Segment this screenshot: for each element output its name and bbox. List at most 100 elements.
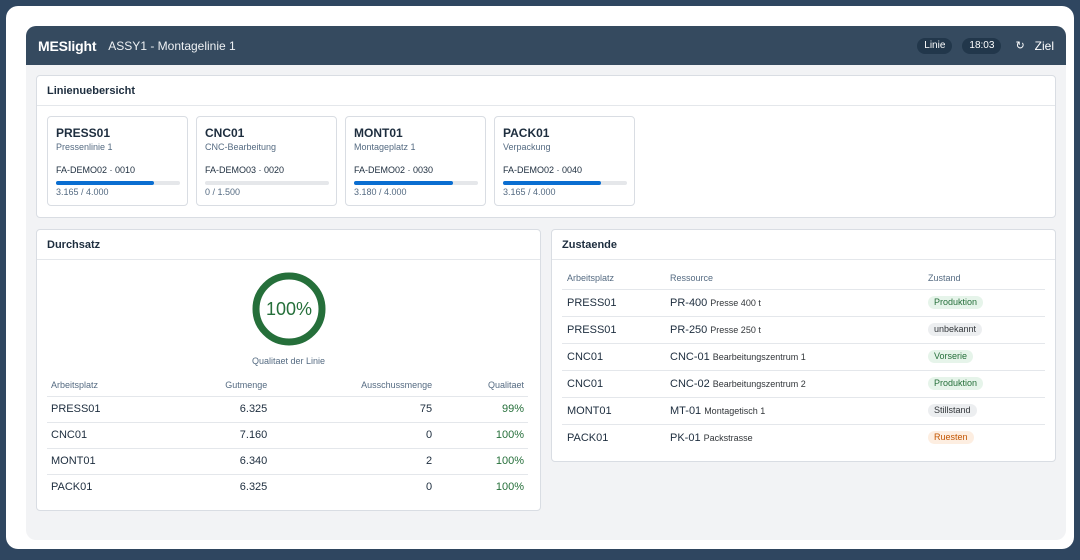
tile-name: Pressenlinie 1	[56, 142, 113, 152]
cell-workstation: CNC01	[562, 342, 665, 370]
status-badge: Produktion	[928, 296, 984, 309]
line-overview-card: Linienuebersicht PRESS01 Pressenlinie 1 FA…	[36, 75, 1056, 218]
tile-progress-bar	[503, 181, 627, 185]
cell-state: Produktion	[923, 288, 1045, 316]
tile-progress-fill	[56, 181, 154, 185]
status-badge: Stillstand	[928, 404, 977, 417]
resource-description: Presse 250 t	[710, 324, 761, 335]
tile-id: CNC01	[205, 126, 245, 140]
table-row[interactable]: PRESS01 PR-250 Presse 250 t unbekannt	[562, 315, 1045, 343]
cell-quality: 99%	[436, 395, 528, 422]
table-row[interactable]: PRESS01 6.325 75 99%	[47, 395, 528, 422]
col-resource[interactable]: Ressource	[665, 267, 923, 289]
cell-workstation: PACK01	[562, 423, 665, 451]
window-frame: MESlight ASSY1 - Montagelinie 1 Linie 18…	[6, 6, 1074, 549]
workstation-tile[interactable]: CNC01 CNC-Bearbeitung FA-DEMO03 · 0020 0 / …	[196, 116, 337, 206]
cell-workstation: CNC01	[47, 421, 167, 448]
cell-workstation: MONT01	[47, 447, 167, 474]
table-row[interactable]: PRESS01 PR-400 Presse 400 t Produktion	[562, 288, 1045, 316]
tile-quantity: 0 / 1.500	[205, 187, 241, 197]
line-pill[interactable]: Linie	[917, 37, 953, 54]
resource-id: PR-250	[670, 323, 708, 336]
cell-state: Ruesten	[923, 423, 1045, 451]
tile-progress-bar	[205, 181, 329, 185]
throughput-card: Durchsatz 100% Qualitaet der Linie Arbei…	[36, 229, 541, 511]
workstation-tile[interactable]: MONT01 Montageplatz 1 FA-DEMO02 · 0030 3.18…	[345, 116, 486, 206]
states-table: Arbeitsplatz Ressource Zustand PRESS01 PR…	[562, 267, 1045, 451]
time-pill: 18:03	[962, 37, 1002, 54]
line-overview-title: Linienuebersicht	[37, 76, 1055, 106]
col-workstation[interactable]: Arbeitsplatz	[562, 267, 665, 289]
resource-id: MT-01	[670, 404, 702, 417]
col-good-qty[interactable]: Gutmenge	[167, 374, 271, 396]
cell-workstation: PRESS01	[47, 395, 167, 422]
resource-description: Bearbeitungszentrum 1	[712, 351, 806, 362]
tile-order: FA-DEMO02 · 0010	[56, 165, 136, 175]
cell-resource: MT-01 Montagetisch 1	[665, 396, 923, 424]
resource-description: Montagetisch 1	[704, 405, 766, 416]
cell-workstation: MONT01	[562, 396, 665, 424]
cell-state: Vorserie	[923, 342, 1045, 370]
resource-id: CNC-01	[670, 350, 710, 363]
resource-description: Presse 400 t	[710, 297, 761, 308]
cell-workstation: PRESS01	[562, 315, 665, 343]
col-quality[interactable]: Qualitaet	[436, 374, 528, 396]
cell-resource: PR-250 Presse 250 t	[665, 315, 923, 343]
tile-order: FA-DEMO03 · 0020	[205, 165, 285, 175]
cell-state: Produktion	[923, 369, 1045, 397]
workstation-tile[interactable]: PRESS01 Pressenlinie 1 FA-DEMO02 · 0010 3.1…	[47, 116, 188, 206]
target-button[interactable]: Ziel	[1035, 39, 1054, 53]
cell-scrap-qty: 0	[271, 473, 437, 500]
tile-id: PACK01	[503, 126, 550, 140]
status-badge: unbekannt	[928, 323, 983, 336]
cell-scrap-qty: 2	[271, 447, 437, 474]
states-card: Zustaende Arbeitsplatz Ressource Zustand…	[551, 229, 1056, 462]
cell-good-qty: 6.340	[166, 447, 272, 474]
resource-id: PK-01	[670, 431, 701, 444]
throughput-table: Arbeitsplatz Gutmenge Ausschussmenge Qua…	[47, 374, 528, 500]
shell-bar: MESlight ASSY1 - Montagelinie 1 Linie 18…	[26, 26, 1066, 65]
table-row[interactable]: PACK01 6.325 0 100%	[47, 473, 528, 500]
brand-logo[interactable]: MESlight	[38, 38, 96, 54]
col-workstation[interactable]: Arbeitsplatz	[47, 374, 167, 396]
tile-id: PRESS01	[56, 126, 111, 140]
status-badge: Vorserie	[928, 350, 974, 363]
table-row[interactable]: MONT01 6.340 2 100%	[47, 447, 528, 474]
cell-resource: PR-400 Presse 400 t	[665, 288, 923, 316]
gauge-label: Qualitaet der Linie	[251, 356, 326, 366]
table-row[interactable]: CNC01 CNC-01 Bearbeitungszentrum 1 Vorserie	[562, 342, 1045, 370]
table-row[interactable]: MONT01 MT-01 Montagetisch 1 Stillstand	[562, 396, 1045, 424]
cell-quality: 100%	[436, 421, 528, 448]
cell-state: unbekannt	[923, 315, 1045, 343]
resource-id: CNC-02	[670, 377, 710, 390]
tile-progress-fill	[354, 181, 453, 185]
cell-workstation: PACK01	[47, 473, 167, 500]
refresh-icon[interactable]: ↻	[1015, 39, 1024, 52]
app-container: MESlight ASSY1 - Montagelinie 1 Linie 18…	[26, 26, 1066, 540]
cell-good-qty: 6.325	[166, 395, 272, 422]
cell-scrap-qty: 0	[271, 421, 437, 448]
table-row[interactable]: CNC01 CNC-02 Bearbeitungszentrum 2 Produkti…	[562, 369, 1045, 397]
cell-workstation: CNC01	[562, 369, 665, 397]
table-row[interactable]: PACK01 PK-01 Packstrasse Ruesten	[562, 423, 1045, 451]
cell-resource: PK-01 Packstrasse	[665, 423, 923, 451]
resource-id: PR-400	[670, 296, 708, 309]
shell-actions: Linie 18:03 ↻ Ziel	[907, 26, 1054, 65]
resource-description: Packstrasse	[703, 432, 753, 443]
tile-name: Verpackung	[503, 142, 551, 152]
col-scrap-qty[interactable]: Ausschussmenge	[271, 374, 436, 396]
resource-description: Bearbeitungszentrum 2	[712, 378, 806, 389]
cell-state: Stillstand	[923, 396, 1045, 424]
table-row[interactable]: CNC01 7.160 0 100%	[47, 421, 528, 448]
states-header-row: Arbeitsplatz Ressource Zustand	[562, 267, 1045, 289]
cell-quality: 100%	[436, 447, 528, 474]
col-state[interactable]: Zustand	[923, 267, 1045, 289]
tile-order: FA-DEMO02 · 0040	[503, 165, 583, 175]
tile-name: Montageplatz 1	[354, 142, 416, 152]
workstation-tile[interactable]: PACK01 Verpackung FA-DEMO02 · 0040 3.165 / …	[494, 116, 635, 206]
app-title: ASSY1 - Montagelinie 1	[108, 38, 236, 53]
cell-resource: CNC-02 Bearbeitungszentrum 2	[665, 369, 923, 397]
quality-gauge: 100%	[252, 272, 326, 346]
gauge-value: 100%	[266, 299, 312, 319]
cell-resource: CNC-01 Bearbeitungszentrum 1	[665, 342, 923, 370]
